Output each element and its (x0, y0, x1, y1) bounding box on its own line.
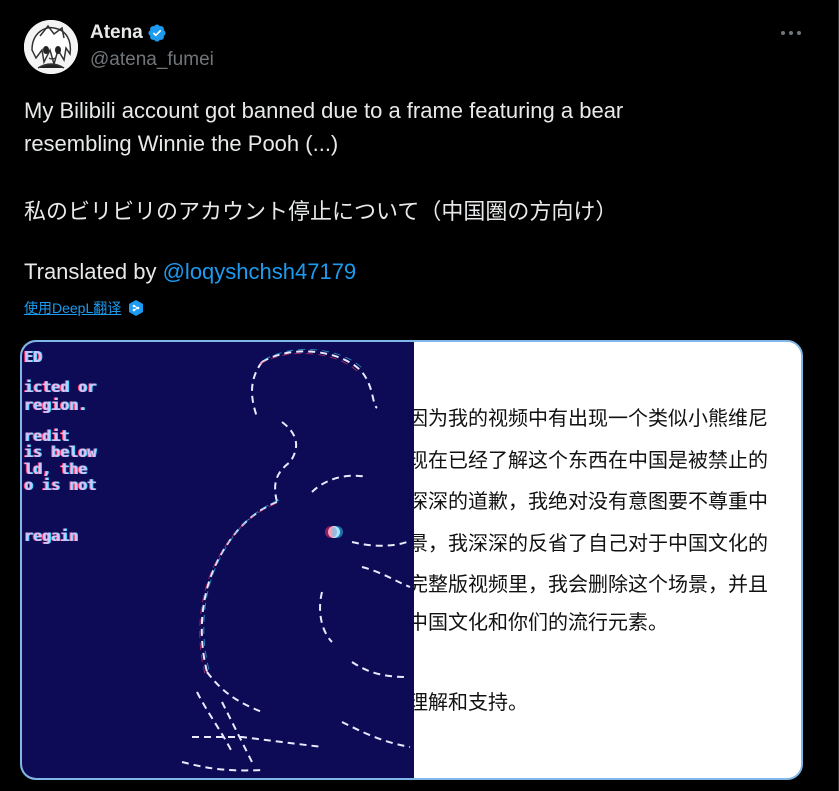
more-horizontal-icon[interactable] (778, 24, 804, 42)
author-name-row[interactable]: Atena (90, 20, 167, 46)
verified-badge-icon (147, 23, 167, 43)
tweet-media-image[interactable]: ED icted or region. redit is below ld, t… (20, 340, 803, 780)
chinese-text-line: 现在已经了解这个东西在中国是被禁止的 (414, 448, 768, 472)
translate-link-label[interactable]: 使用DeepL翻译 (24, 298, 121, 318)
author-display-name[interactable]: Atena (90, 22, 143, 44)
chinese-text-line: 景，我深深的反省了自己对于中国文化的 (414, 531, 768, 555)
tweet-japanese-line: 私のビリビリのアカウント停止について（中国圏の方向け） (24, 199, 618, 224)
chinese-text-line: 深深的道歉，我绝对没有意图要不尊重中 (414, 489, 768, 513)
media-left-panel: ED icted or region. redit is below ld, t… (22, 342, 414, 778)
translated-by-line: Translated by @loqyshchsh47179 (24, 259, 356, 285)
tweet-text: My Bilibili account got banned due to a … (24, 94, 804, 160)
ascii-bear-drawing (181, 348, 411, 772)
chinese-text-line: 理解和支持。 (414, 690, 528, 714)
tweet-text-line-2: resembling Winnie the Pooh (...) (24, 131, 339, 156)
tweet-text-line-1: My Bilibili account got banned due to a … (24, 98, 624, 123)
media-right-panel: 因为我的视频中有出现一个类似小熊维尼 现在已经了解这个东西在中国是被禁止的 深深… (414, 342, 801, 778)
avatar-image (24, 20, 78, 74)
translated-by-label: Translated by (24, 259, 163, 284)
author-handle[interactable]: @atena_fumei (90, 49, 214, 71)
chinese-text-line: 完整版视频里，我会删除这个场景，并且 (414, 572, 768, 596)
avatar[interactable] (24, 20, 78, 74)
deepl-icon (127, 299, 145, 317)
translator-mention-link[interactable]: @loqyshchsh47179 (163, 259, 357, 284)
chinese-text-line: 中国文化和你们的流行元素。 (414, 610, 668, 634)
deepl-translate-link[interactable]: 使用DeepL翻译 (24, 298, 145, 318)
chinese-text-line: 因为我的视频中有出现一个类似小熊维尼 (414, 406, 768, 430)
